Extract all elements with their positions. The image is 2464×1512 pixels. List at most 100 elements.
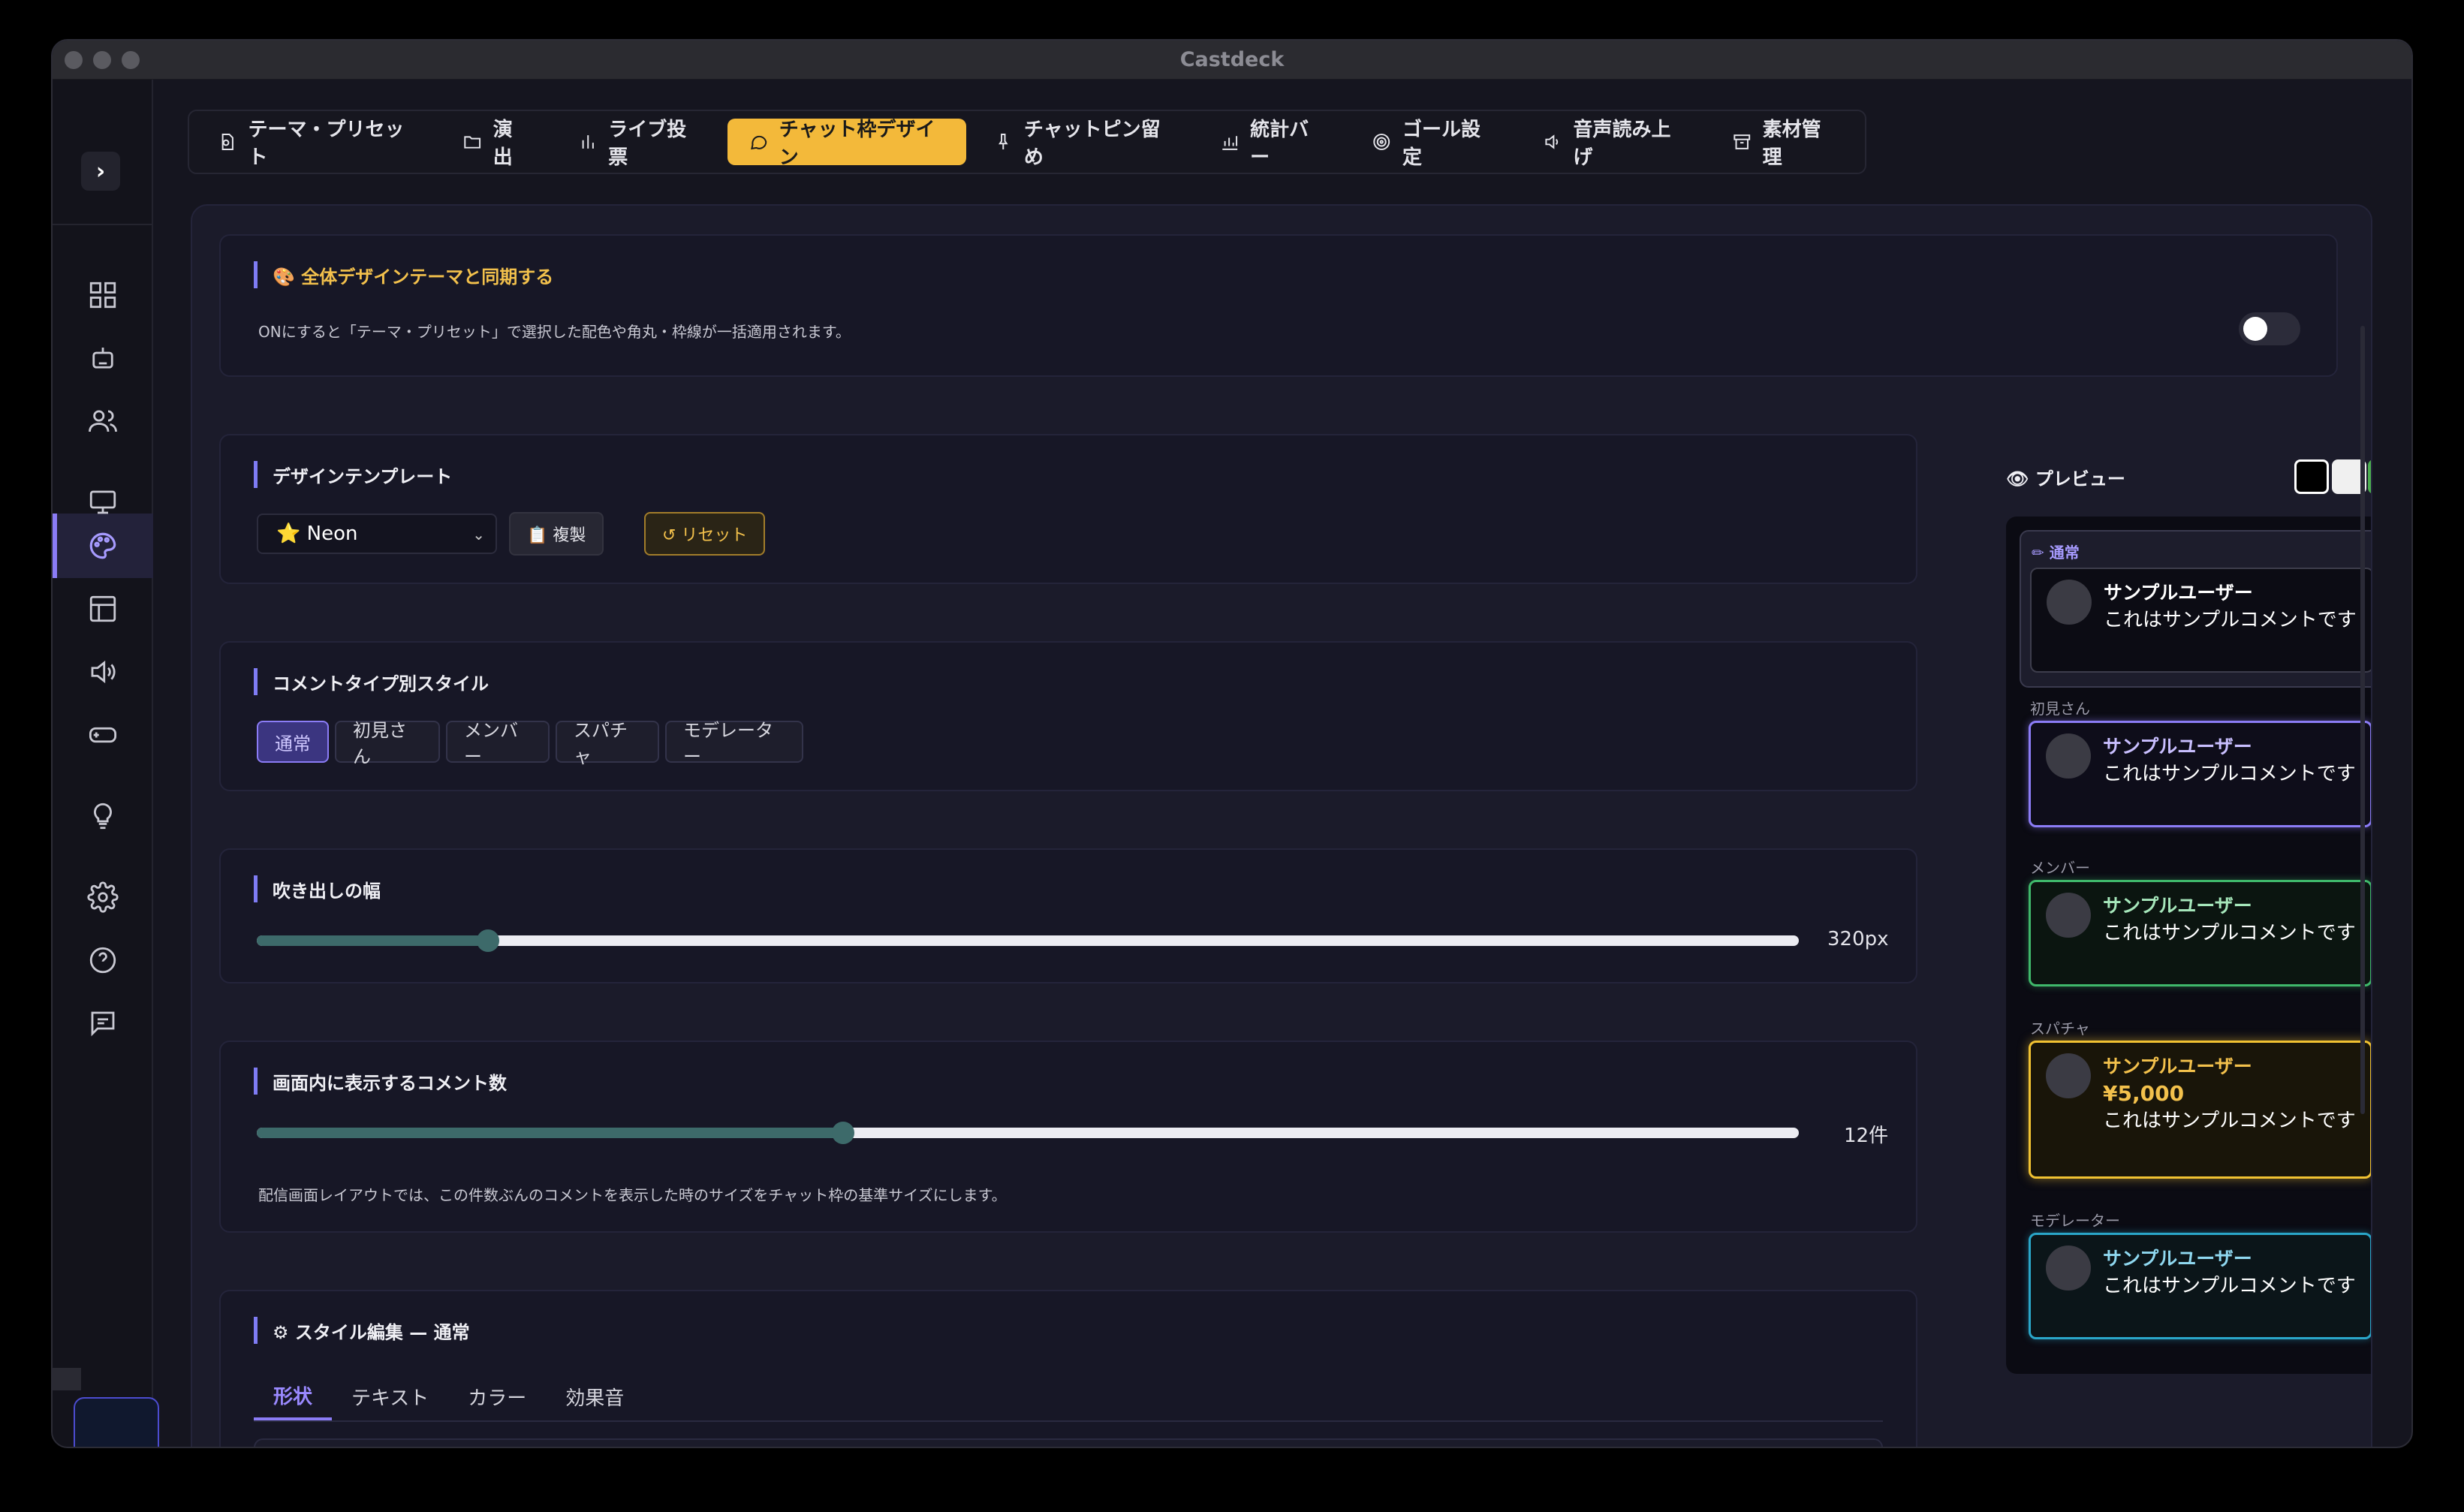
duplicate-button[interactable]: 📋 複製 bbox=[509, 512, 604, 556]
sidebar: › bbox=[53, 80, 159, 1447]
sidebar-divider bbox=[53, 224, 152, 225]
gamepad-icon bbox=[89, 727, 117, 743]
comment-count-value: 12件 bbox=[1844, 1125, 1889, 1147]
template-select[interactable]: ⭐ Neon ⌄ bbox=[257, 514, 497, 554]
chevron-down-icon: ⌄ bbox=[472, 526, 485, 544]
subtab-sound[interactable]: 効果音 bbox=[546, 1372, 643, 1420]
tab-assets[interactable]: 素材管理 bbox=[1711, 119, 1857, 169]
preview-bubble-moderator: サンプルユーザー これはサンプルコメントです bbox=[2029, 1233, 2371, 1339]
tab-label: 統計バー bbox=[1250, 119, 1309, 169]
preview-label: ✏ 通常 bbox=[2032, 544, 2080, 562]
sidebar-item-settings[interactable] bbox=[83, 877, 123, 917]
sidebar-item-layout[interactable] bbox=[83, 589, 123, 629]
tab-label: ゴール設定 bbox=[1402, 119, 1481, 169]
sidebar-toggle-button[interactable]: › bbox=[81, 152, 120, 191]
subtab-color[interactable]: カラー bbox=[448, 1372, 546, 1420]
preview-username: サンプルユーザー bbox=[2103, 1248, 2252, 1270]
preview-comment: これはサンプルコメントです bbox=[2104, 609, 2357, 631]
stats-icon bbox=[1222, 136, 1237, 150]
sidebar-item-help[interactable] bbox=[83, 940, 123, 980]
bubble-width-slider[interactable] bbox=[257, 929, 1799, 952]
sidebar-item-monitor[interactable] bbox=[83, 482, 123, 523]
comment-type-moderator[interactable]: モデレーター bbox=[665, 720, 803, 767]
comment-type-first[interactable]: 初見さん bbox=[335, 720, 440, 767]
subtabs-divider bbox=[254, 1420, 1883, 1422]
subtab-text[interactable]: テキスト bbox=[332, 1372, 448, 1420]
tab-live-poll[interactable]: ライブ投票 bbox=[557, 119, 722, 169]
preview-amount: ¥5,000 bbox=[2103, 1081, 2185, 1106]
tab-label: ライブ投票 bbox=[608, 119, 687, 169]
bubble-width-value: 320px bbox=[1827, 928, 1889, 950]
tab-effects[interactable]: 演出 bbox=[441, 119, 550, 169]
preview-comment: これはサンプルコメントです bbox=[2103, 763, 2356, 785]
preview-group-moderator: モデレーター サンプルユーザー これはサンプルコメントです bbox=[2020, 1209, 2371, 1356]
tab-chat-pin[interactable]: チャットピン留め bbox=[972, 119, 1192, 169]
preview-username: サンプルユーザー bbox=[2103, 1056, 2252, 1077]
speaker-icon bbox=[91, 660, 116, 684]
theme-sync-title: 🎨 全体デザインテーマと同期する bbox=[254, 261, 553, 288]
bubble-width-card: 吹き出しの幅 320px bbox=[219, 848, 1917, 983]
archive-icon bbox=[1734, 134, 1751, 149]
comment-type-member[interactable]: メンバー bbox=[446, 720, 550, 767]
sidebar-item-tips[interactable] bbox=[83, 796, 123, 836]
preview-username: サンプルユーザー bbox=[2103, 736, 2252, 758]
tab-theme-preset[interactable]: テーマ・プリセット bbox=[197, 119, 435, 169]
slider-thumb[interactable] bbox=[831, 1122, 854, 1144]
minimize-window-button[interactable] bbox=[93, 51, 111, 69]
tab-label: チャットピン留め bbox=[1023, 119, 1161, 169]
window-title: Castdeck bbox=[1179, 48, 1285, 71]
tab-tts[interactable]: 音声読み上げ bbox=[1522, 119, 1705, 169]
folder-icon bbox=[464, 136, 481, 149]
tab-goal-settings[interactable]: ゴール設定 bbox=[1351, 119, 1516, 169]
slider-fill bbox=[257, 1128, 843, 1138]
reset-button[interactable]: ↺ リセット bbox=[644, 512, 766, 556]
close-window-button[interactable] bbox=[65, 51, 83, 69]
preview-group-member: メンバー サンプルユーザー これはサンプルコメントです bbox=[2020, 856, 2371, 1003]
zoom-window-button[interactable] bbox=[122, 51, 140, 69]
dashboard-icon bbox=[89, 282, 116, 309]
comment-count-slider[interactable] bbox=[257, 1122, 1799, 1144]
preview-bubble-normal: サンプルユーザー これはサンプルコメントです bbox=[2030, 568, 2371, 673]
preview-label: メンバー bbox=[2030, 859, 2090, 877]
palette-icon bbox=[89, 532, 116, 559]
subtab-shape[interactable]: 形状 bbox=[254, 1372, 333, 1420]
design-template-title: デザインテンプレート bbox=[254, 461, 452, 488]
theme-sync-description: ONにすると「テーマ・プリセット」で選択した配色や角丸・枠線が一括適用されます。 bbox=[258, 323, 851, 341]
bubble-width-title: 吹き出しの幅 bbox=[254, 875, 381, 902]
comment-type-normal[interactable]: 通常 bbox=[257, 721, 329, 763]
title-bar: Castdeck bbox=[53, 41, 2411, 80]
sidebar-item-bot[interactable] bbox=[83, 338, 123, 378]
slider-fill bbox=[257, 935, 489, 946]
slider-thumb[interactable] bbox=[477, 929, 500, 952]
sidebar-item-feedback[interactable] bbox=[83, 1003, 123, 1044]
preview-header: 👁 プレビュー bbox=[2006, 455, 2371, 497]
sidebar-item-users[interactable] bbox=[83, 401, 123, 441]
tab-stats-bar[interactable]: 統計バー bbox=[1199, 119, 1345, 169]
layout-icon bbox=[89, 595, 116, 622]
sidebar-item-audio[interactable] bbox=[83, 652, 123, 692]
window-controls[interactable] bbox=[65, 51, 140, 69]
chat-bubble-icon bbox=[751, 135, 767, 150]
content-scrollbar[interactable] bbox=[2360, 326, 2365, 1114]
comment-type-superchat[interactable]: スパチャ bbox=[556, 720, 659, 767]
avatar bbox=[2047, 580, 2092, 625]
help-icon bbox=[89, 947, 116, 974]
pin-icon bbox=[999, 134, 1008, 149]
preview-comment: これはサンプルコメントです bbox=[2103, 1275, 2356, 1297]
sidebar-preview-card[interactable] bbox=[74, 1397, 159, 1447]
theme-sync-toggle[interactable] bbox=[2239, 312, 2300, 345]
swatch-black[interactable] bbox=[2294, 459, 2329, 494]
swatch-green[interactable] bbox=[2368, 459, 2371, 494]
design-template-card: デザインテンプレート ⭐ Neon ⌄ 📋 複製 ↺ リセット bbox=[219, 434, 1917, 584]
tab-label: 演出 bbox=[492, 119, 513, 169]
target-icon bbox=[1373, 134, 1390, 150]
sidebar-item-dashboard[interactable] bbox=[83, 275, 123, 315]
comment-count-card: 画面内に表示するコメント数 12件 配信画面レイアウトでは、この件数ぶんのコメン… bbox=[219, 1041, 1917, 1233]
tab-chat-design[interactable]: チャット枠デザイン bbox=[727, 119, 967, 169]
sidebar-item-design[interactable] bbox=[83, 526, 123, 566]
comment-type-card: コメントタイプ別スタイル 通常 初見さん メンバー スパチャ モデレーター bbox=[219, 641, 1917, 791]
sidebar-item-game[interactable] bbox=[83, 715, 123, 755]
preview-title: 👁 プレビュー bbox=[2006, 468, 2125, 489]
avatar bbox=[2046, 893, 2091, 938]
gear-icon bbox=[87, 881, 119, 913]
